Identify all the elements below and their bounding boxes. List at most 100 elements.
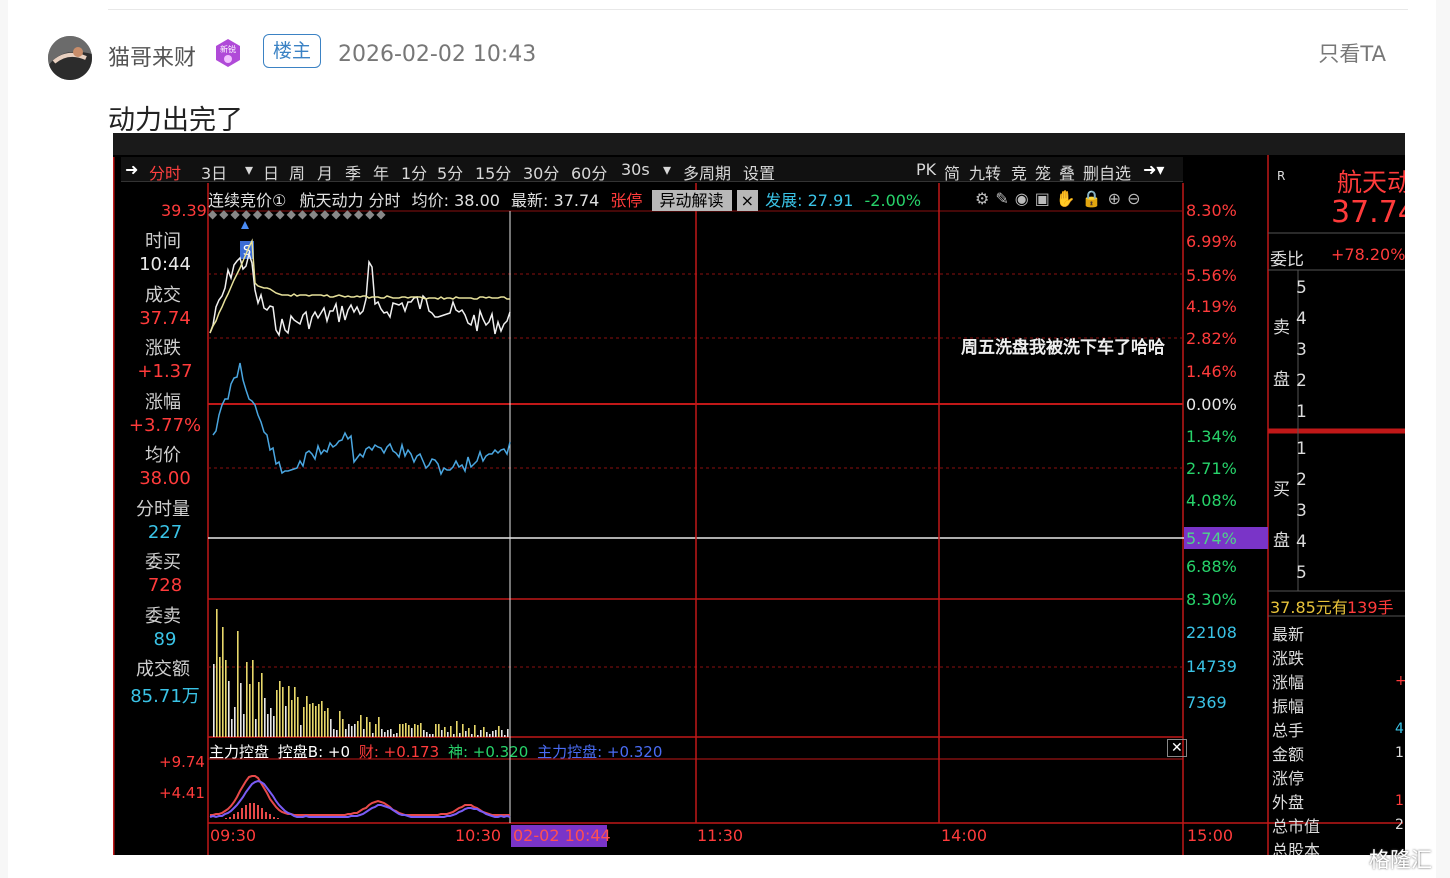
volume-bar	[258, 682, 260, 737]
volume-bar	[381, 729, 383, 737]
quote-stat-label: 总手	[1272, 721, 1305, 740]
percent-axis-label: 6.88%	[1186, 557, 1237, 576]
volume-bar	[372, 733, 374, 737]
close-indicator-icon[interactable]: ✕	[1167, 739, 1187, 757]
volume-bar	[387, 730, 389, 737]
indicator-bar	[269, 814, 271, 819]
chart-tool-icons[interactable]: ⚙✎◉▣✋🔒⊕⊖	[975, 189, 1146, 208]
quote-stat-label: 总市值	[1272, 817, 1321, 836]
volume-bar	[462, 724, 464, 737]
sell-label-1: 卖	[1273, 318, 1290, 338]
volume-bar	[420, 723, 422, 737]
volume-bar	[357, 721, 359, 737]
volume-bar	[405, 723, 407, 737]
indicator-shen: 神: +0.320	[447, 743, 529, 761]
indicator-bar	[241, 808, 243, 819]
anomaly-popup[interactable]: 异动解读	[651, 190, 732, 211]
username[interactable]: 猫哥来财	[108, 40, 196, 72]
vol-axis-3: 7369	[1186, 693, 1227, 712]
indicator-cai: 财: +0.173	[358, 743, 440, 761]
indicator-bar	[229, 817, 231, 819]
volume-bar	[411, 728, 413, 737]
volume-bar	[444, 727, 446, 737]
percent-axis-label: 4.19%	[1186, 297, 1237, 316]
only-view-ta-link[interactable]: 只看TA	[1318, 38, 1386, 68]
left-panel-value: +1.37	[137, 361, 193, 382]
volume-bar	[438, 724, 440, 737]
percent-axis-label: 2.71%	[1186, 459, 1237, 478]
stock-chart-screenshot: ➜ 分时 3日 ▾ 日 周 月 季 年 1分 5分 15分 30分 60分 30…	[113, 133, 1405, 855]
volume-bar	[216, 609, 218, 737]
volume-bar	[336, 730, 338, 737]
volume-bar	[345, 729, 347, 737]
volume-bar	[285, 706, 287, 737]
volume-bar	[408, 725, 410, 737]
volume-bar	[399, 724, 401, 737]
volume-bar	[306, 696, 308, 737]
volume-bar	[231, 719, 233, 737]
volume-bar	[396, 733, 398, 737]
volume-bar	[267, 714, 269, 737]
volume-bar	[384, 732, 386, 737]
volume-bar	[495, 730, 497, 737]
buy-label-1: 买	[1273, 480, 1290, 500]
indicator-axis-2: +4.41	[159, 784, 205, 802]
volume-bar	[348, 724, 350, 737]
volume-bar	[315, 706, 317, 737]
volume-bar	[480, 730, 482, 737]
left-panel-label: 委卖	[145, 605, 181, 627]
sell-level-index: 1	[1296, 402, 1307, 422]
divider	[108, 9, 1408, 10]
right-stock-name: 航天动	[1337, 168, 1405, 197]
volume-bar	[270, 708, 272, 737]
buy-level-index: 4	[1296, 532, 1307, 552]
quote-stat-label: 涨停	[1272, 769, 1305, 788]
vol-axis-1: 22108	[1186, 623, 1237, 642]
volume-bar	[456, 721, 458, 737]
volume-bar	[459, 733, 461, 737]
percent-axis-label: 5.56%	[1186, 266, 1237, 285]
volume-bar	[243, 714, 245, 737]
volume-bar	[429, 734, 431, 737]
left-panel-label: 涨幅	[145, 391, 181, 413]
indicator-bar	[237, 812, 239, 819]
r-label: R	[1277, 169, 1286, 183]
volume-bar	[234, 707, 236, 737]
volume-bar	[366, 717, 368, 737]
percent-axis-label: 4.08%	[1186, 491, 1237, 510]
left-panel-value: 10:44	[139, 254, 191, 275]
buy-level-index: 5	[1296, 563, 1307, 583]
volume-bar	[486, 732, 488, 737]
op-tag: 楼主	[263, 34, 321, 68]
volume-bar	[279, 681, 281, 737]
close-popup-icon[interactable]: ×	[736, 190, 759, 211]
quote-stat-label: 外盘	[1272, 793, 1305, 812]
indicator-b: 控盘B: +0	[277, 743, 351, 761]
avg-price-label: 均价: 38.00	[411, 191, 500, 210]
percent-axis-label: 5.74%	[1186, 529, 1237, 548]
volume-bar	[333, 729, 335, 737]
volume-bar	[414, 724, 416, 737]
volume-bar	[219, 657, 221, 737]
weibi-label: 委比	[1270, 250, 1304, 270]
left-panel-label: 均价	[145, 445, 181, 466]
left-panel-label: 委买	[145, 552, 181, 573]
sell-level-index: 4	[1296, 309, 1307, 329]
volume-bar	[276, 690, 278, 737]
volume-bar	[342, 719, 344, 737]
chart-annotation: 周五洗盘我被洗下车了哈哈	[961, 338, 1165, 358]
volume-bar	[312, 703, 314, 737]
quote-stat-label: 最新	[1272, 625, 1305, 644]
volume-bar	[363, 729, 365, 737]
volume-bar	[498, 726, 500, 737]
buy-level-index: 1	[1296, 439, 1307, 459]
volume-bar	[483, 727, 485, 737]
volume-bar	[426, 732, 428, 737]
avatar[interactable]	[48, 36, 92, 80]
volume-bar	[261, 673, 263, 737]
buy-level-index: 2	[1296, 470, 1307, 490]
volume-bar	[246, 662, 248, 737]
big-order-label: 37.85元有	[1270, 598, 1348, 617]
volume-bar	[213, 664, 215, 737]
volume-bar	[453, 734, 455, 737]
